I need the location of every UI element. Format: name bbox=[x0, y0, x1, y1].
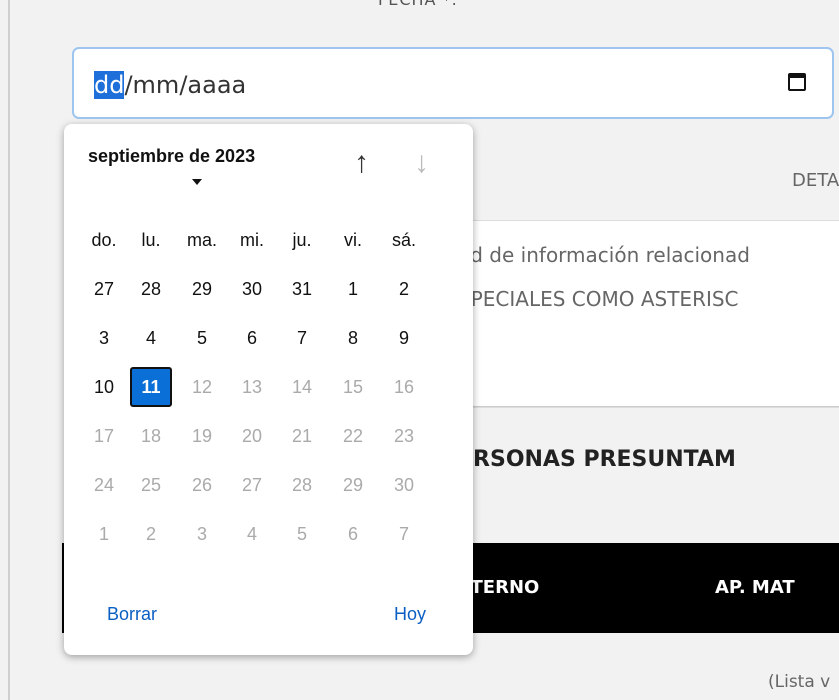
calendar-day[interactable]: 22 bbox=[332, 416, 374, 456]
date-input[interactable]: dd/mm/aaaa bbox=[72, 47, 834, 119]
calendar-day[interactable]: 26 bbox=[181, 465, 223, 505]
weekday-header: lu. bbox=[141, 230, 161, 250]
calendar-day[interactable]: 14 bbox=[281, 367, 323, 407]
calendar-day-today[interactable]: 11 bbox=[130, 367, 172, 407]
month-year-selector[interactable]: septiembre de 2023 bbox=[88, 146, 255, 167]
weekday-header: mi. bbox=[240, 230, 264, 250]
table-empty-message: (Lista v bbox=[768, 672, 831, 692]
calendar-day[interactable]: 2 bbox=[383, 269, 425, 309]
calendar-day[interactable]: 13 bbox=[231, 367, 273, 407]
calendar-day[interactable]: 9 bbox=[383, 318, 425, 358]
calendar-day[interactable]: 4 bbox=[130, 318, 172, 358]
calendar-day[interactable]: 6 bbox=[332, 514, 374, 554]
calendar-day[interactable]: 16 bbox=[383, 367, 425, 407]
calendar-day[interactable]: 7 bbox=[281, 318, 323, 358]
date-segment-rest[interactable]: /mm/aaaa bbox=[124, 71, 246, 99]
calendar-day[interactable]: 23 bbox=[383, 416, 425, 456]
calendar-day[interactable]: 1 bbox=[332, 269, 374, 309]
calendar-day[interactable]: 3 bbox=[83, 318, 125, 358]
calendar-day[interactable]: 4 bbox=[231, 514, 273, 554]
calendar-day[interactable]: 21 bbox=[281, 416, 323, 456]
calendar-day[interactable]: 30 bbox=[383, 465, 425, 505]
calendar-day[interactable]: 5 bbox=[181, 318, 223, 358]
calendar-day[interactable]: 28 bbox=[130, 269, 172, 309]
calendar-day[interactable]: 10 bbox=[83, 367, 125, 407]
calendar-day[interactable]: 17 bbox=[83, 416, 125, 456]
weekday-header: ma. bbox=[186, 230, 217, 250]
calendar-day[interactable]: 19 bbox=[181, 416, 223, 456]
textarea-placeholder-line2: SPECIALES COMO ASTERISC bbox=[458, 287, 739, 311]
date-picker-popup: septiembre de 2023 ↑ ↓ do. lu. ma. mi. ju. vi… bbox=[64, 124, 473, 655]
weekday-header: do. bbox=[91, 230, 117, 250]
section-title: ERSONAS PRESUNTAM bbox=[458, 447, 736, 472]
calendar-day[interactable]: 27 bbox=[231, 465, 273, 505]
weekday-header: sá. bbox=[391, 230, 416, 250]
calendar-day[interactable]: 6 bbox=[231, 318, 273, 358]
today-button[interactable]: Hoy bbox=[394, 604, 426, 625]
weekday-header: ju. bbox=[292, 230, 312, 250]
arrow-up-icon[interactable]: ↑ bbox=[354, 146, 369, 180]
calendar-day[interactable]: 20 bbox=[231, 416, 273, 456]
calendar-day[interactable]: 28 bbox=[281, 465, 323, 505]
detail-label: DETAL bbox=[792, 170, 839, 191]
calendar-day[interactable]: 27 bbox=[83, 269, 125, 309]
clear-button[interactable]: Borrar bbox=[107, 604, 157, 625]
calendar-day[interactable]: 30 bbox=[231, 269, 273, 309]
calendar-day[interactable]: 7 bbox=[383, 514, 425, 554]
textarea-placeholder-line1: ad de información relacionad bbox=[458, 243, 750, 267]
calendar-day[interactable]: 15 bbox=[332, 367, 374, 407]
date-input-text: dd/mm/aaaa bbox=[94, 71, 246, 99]
calendar-day[interactable]: 31 bbox=[281, 269, 323, 309]
caret-down-icon[interactable] bbox=[192, 179, 202, 185]
calendar-icon[interactable] bbox=[788, 73, 806, 91]
date-segment-day[interactable]: dd bbox=[94, 71, 125, 99]
calendar-day[interactable]: 12 bbox=[181, 367, 223, 407]
calendar-day[interactable]: 3 bbox=[181, 514, 223, 554]
table-header-cell: AP. MAT bbox=[715, 577, 795, 598]
calendar-day[interactable]: 29 bbox=[181, 269, 223, 309]
field-label: FECHA *: bbox=[378, 0, 458, 9]
calendar-day[interactable]: 8 bbox=[332, 318, 374, 358]
calendar-day[interactable]: 25 bbox=[130, 465, 172, 505]
calendar-day[interactable]: 2 bbox=[130, 514, 172, 554]
calendar-day[interactable]: 18 bbox=[130, 416, 172, 456]
divider bbox=[410, 406, 839, 407]
calendar-day[interactable]: 24 bbox=[83, 465, 125, 505]
calendar-day[interactable]: 29 bbox=[332, 465, 374, 505]
arrow-down-icon[interactable]: ↓ bbox=[414, 146, 429, 180]
calendar-day[interactable]: 1 bbox=[83, 514, 125, 554]
weekday-header: vi. bbox=[344, 230, 362, 250]
calendar-day[interactable]: 5 bbox=[281, 514, 323, 554]
